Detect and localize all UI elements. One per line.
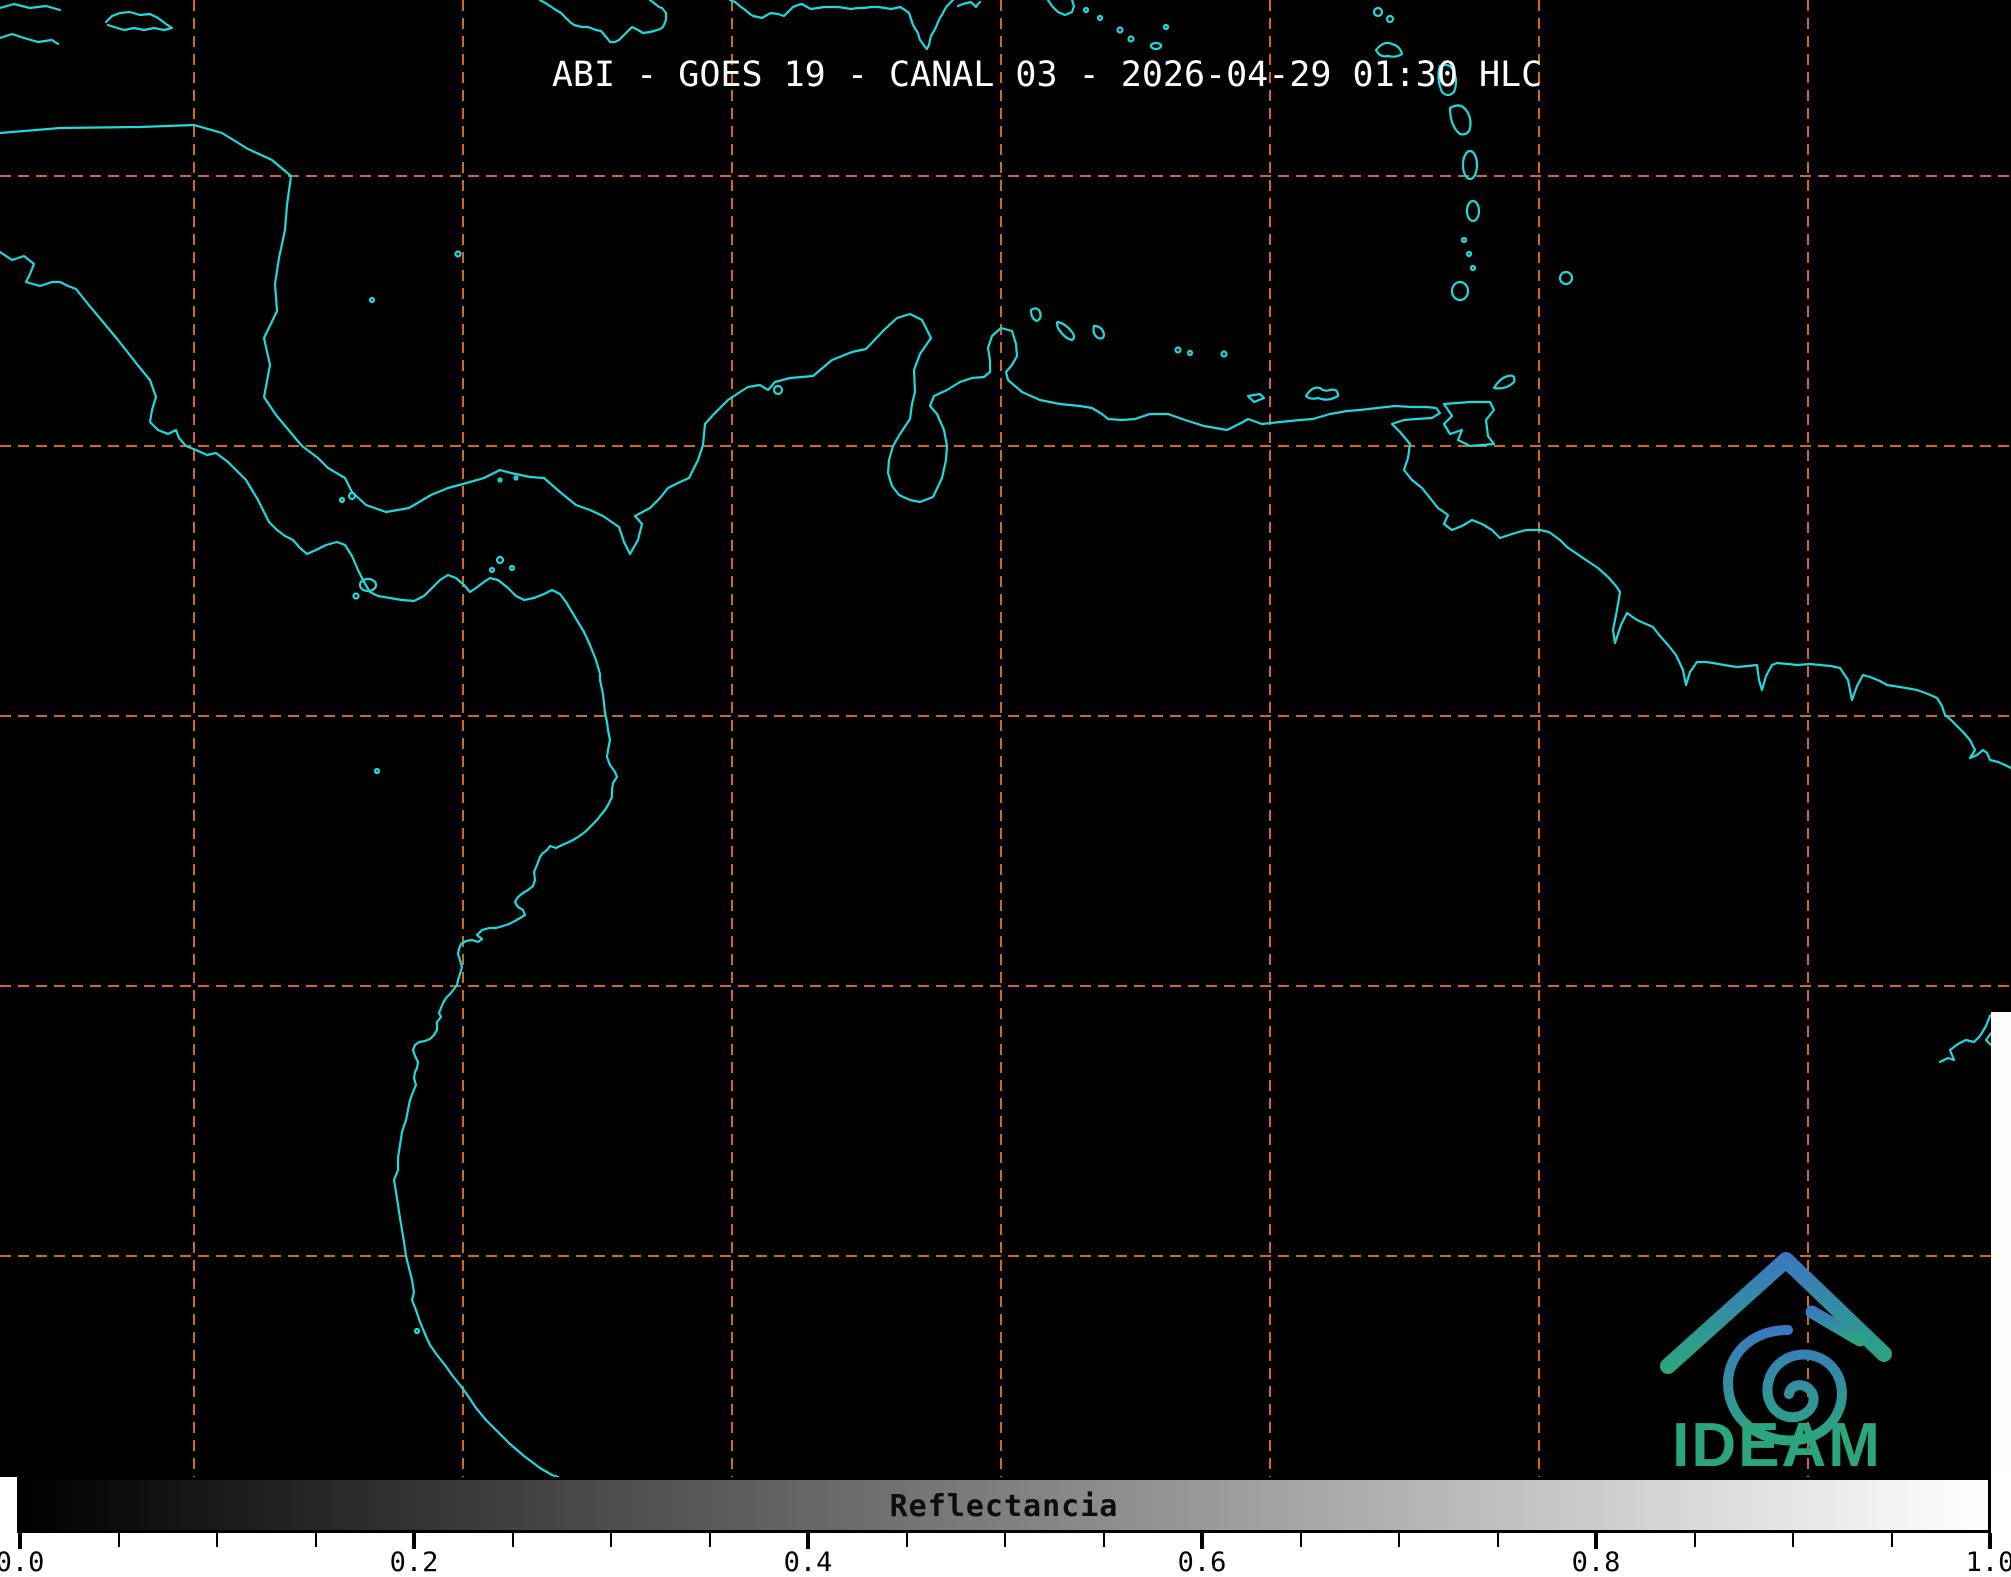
coast-top-left-corner	[0, 2, 62, 12]
island-orchila	[1220, 350, 1228, 358]
island-peru-islet	[413, 1327, 421, 1335]
colorbar-minor-tick	[1004, 1533, 1006, 1547]
coast-hispaniola-west	[538, 0, 668, 44]
colorbar-minor-tick	[1693, 1533, 1696, 1547]
island-curacao	[1055, 320, 1076, 342]
colorbar-tick-label: 0.0	[0, 1547, 45, 1577]
coast-trinidad	[1442, 400, 1496, 448]
island-los-roques-1	[1174, 346, 1182, 354]
coast-pacific	[0, 250, 619, 1477]
island-martinique	[1448, 104, 1472, 136]
island-grenadine-3	[1469, 264, 1477, 272]
mountain-roof-icon	[1660, 1252, 1892, 1374]
island-la-tortuga	[1246, 392, 1266, 404]
island-pearl-2	[508, 564, 516, 572]
island-virgin-1	[1082, 6, 1090, 14]
colorbar-tick-label: 0.8	[1571, 1547, 1621, 1577]
coast-puerto-rico	[1046, 0, 1076, 17]
island-barbados	[1558, 270, 1574, 286]
colorbar-minor-tick	[1792, 1533, 1794, 1547]
island-tobago	[1492, 374, 1516, 390]
colorbar-minor-tick	[117, 1533, 120, 1547]
coast-caribbean-south-america	[0, 123, 2011, 770]
colorbar-minor-tick	[1299, 1533, 1302, 1547]
satellite-image-viewer: IDEAM ABI - GOES 19 - CANAL 03 - 2026-04…	[0, 0, 2011, 1577]
island-bocas-islet-2	[338, 496, 346, 504]
colorbar-label: Reflectancia	[889, 1489, 1119, 1524]
colorbar-minor-tick	[216, 1533, 218, 1547]
island-san-blas-1	[497, 477, 503, 483]
colorbar-tick-label: 0.6	[1177, 1547, 1227, 1577]
map-canvas: IDEAM ABI - GOES 19 - CANAL 03 - 2026-04…	[0, 0, 2011, 1477]
colorbar-minor-tick	[1890, 1533, 1893, 1547]
island-margarita	[1304, 386, 1340, 401]
colorbar-tick-label: 0.2	[389, 1547, 439, 1577]
island-montserrat	[1385, 14, 1395, 24]
colorbar-tick-label: 1.0	[1965, 1547, 2011, 1577]
island-st-croix	[1116, 26, 1124, 34]
coastlines	[0, 0, 2011, 1477]
colorbar-minor-tick	[1496, 1533, 1499, 1547]
colorbar-minor-tick	[314, 1533, 317, 1547]
island-santa-marta-lagoon	[772, 384, 784, 396]
coast-hispaniola-main	[728, 0, 955, 51]
island-st-lucia	[1461, 149, 1479, 181]
scene-edge-mask	[1991, 1012, 2011, 1477]
island-san-andres	[368, 296, 376, 304]
island-pearl-3	[488, 566, 496, 574]
island-st-vincent	[1465, 199, 1481, 223]
colorbar-minor-tick	[1398, 1533, 1400, 1547]
island-bocas-islet-1	[347, 491, 357, 501]
colorbar-minor-tick	[1102, 1533, 1105, 1547]
island-virgin-2	[1096, 14, 1104, 22]
island-aruba	[1029, 307, 1042, 323]
island-antigua	[1372, 6, 1384, 18]
map-graphics: IDEAM	[0, 0, 2011, 1477]
island-bonaire	[1092, 324, 1106, 340]
coast-hispaniola-east-tip	[956, 0, 982, 9]
island-grenadine-2	[1465, 250, 1473, 258]
coast-jamaica	[104, 10, 174, 32]
island-anguilla	[1162, 23, 1170, 31]
island-los-roques-2	[1186, 349, 1194, 357]
colorbar-tick-label: 0.4	[783, 1547, 833, 1577]
colorbar-minor-tick	[511, 1533, 514, 1547]
colorbar-minor-tick	[708, 1533, 711, 1547]
map-title: ABI - GOES 19 - CANAL 03 - 2026-04-29 01…	[551, 55, 1543, 95]
island-san-blas-2	[513, 475, 519, 481]
colorbar: Reflectancia	[17, 1477, 1991, 1533]
island-top-edge	[1149, 41, 1163, 51]
island-malpelo	[373, 767, 381, 775]
graticule-gridlines	[0, 0, 2011, 1477]
colorbar-minor-tick	[905, 1533, 908, 1547]
ideam-logo: IDEAM	[1660, 1252, 1892, 1477]
logo-text: IDEAM	[1672, 1411, 1882, 1477]
colorbar-minor-tick	[610, 1533, 612, 1547]
colorbar-strip: Reflectancia 0.0 0.2 0.4 0.6 0.8 1.0	[0, 1477, 2011, 1577]
island-grenada	[1450, 280, 1470, 302]
island-pacific-islet	[352, 592, 360, 600]
island-pearl-1	[495, 555, 505, 565]
island-grenadine-1	[1460, 236, 1468, 244]
island-st-kitts	[1127, 35, 1135, 43]
island-providencia	[454, 250, 462, 258]
coast-left-edge-islet	[0, 32, 60, 46]
